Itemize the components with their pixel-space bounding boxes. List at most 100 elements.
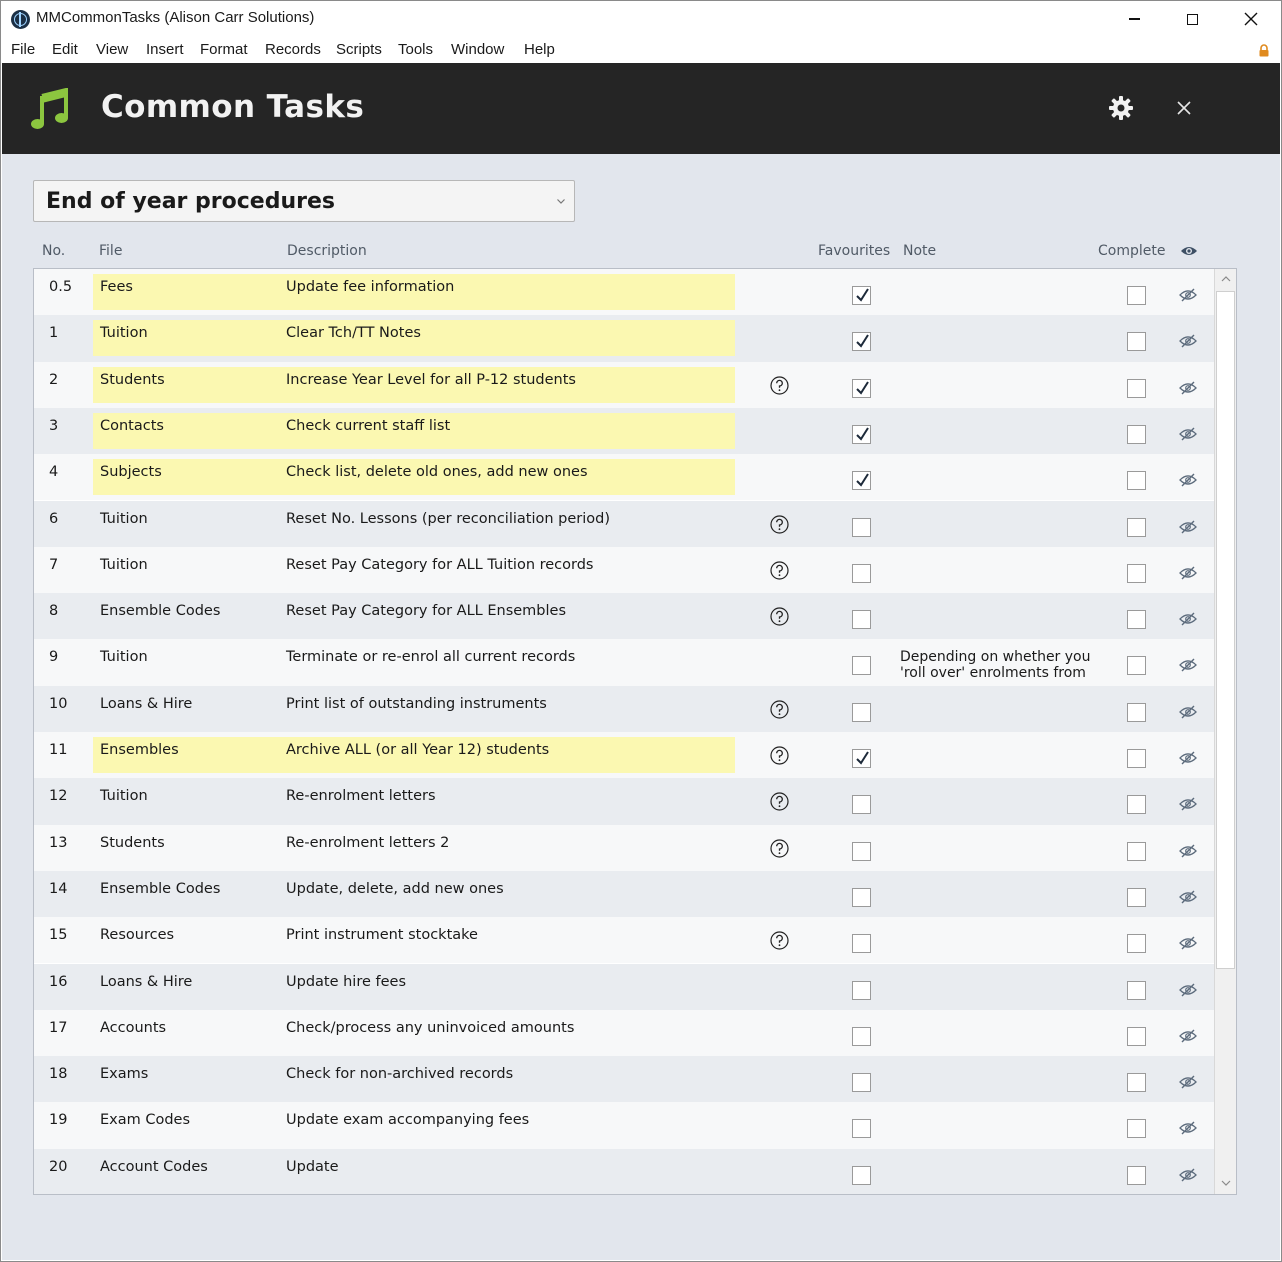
complete-checkbox[interactable] xyxy=(1127,795,1146,815)
hide-eye-icon[interactable] xyxy=(1179,565,1197,580)
complete-checkbox[interactable] xyxy=(1127,980,1146,1000)
table-row[interactable]: 0.5 Fees Update fee information xyxy=(34,269,1214,316)
task-file[interactable]: Students xyxy=(100,835,165,851)
menu-scripts[interactable]: Scripts xyxy=(336,41,382,58)
window-close-button[interactable] xyxy=(1222,0,1280,38)
help-icon[interactable] xyxy=(770,561,789,580)
task-description[interactable]: Archive ALL (or all Year 12) students xyxy=(286,742,549,758)
favourite-checkbox[interactable] xyxy=(852,424,871,444)
complete-checkbox[interactable] xyxy=(1127,1026,1146,1046)
favourite-checkbox[interactable] xyxy=(852,749,871,768)
task-file[interactable]: Accounts xyxy=(100,1020,166,1036)
task-description[interactable]: Re-enrolment letters xyxy=(286,788,436,804)
favourite-checkbox[interactable] xyxy=(852,563,871,583)
help-icon[interactable] xyxy=(770,514,789,534)
task-description[interactable]: Print instrument stocktake xyxy=(286,927,478,943)
task-note[interactable]: Depending on whether you 'roll over' enr… xyxy=(900,649,1100,681)
gear-icon[interactable] xyxy=(1108,95,1134,121)
hide-eye-icon[interactable] xyxy=(1179,380,1197,395)
close-icon[interactable] xyxy=(1174,98,1194,118)
task-list-dropdown[interactable]: End of year procedures xyxy=(33,180,575,222)
menu-records[interactable]: Records xyxy=(265,41,321,58)
menu-edit[interactable]: Edit xyxy=(52,41,78,58)
favourite-checkbox[interactable] xyxy=(852,286,871,305)
table-row[interactable]: 14 Ensemble Codes Update, delete, add new … xyxy=(34,870,1214,918)
menu-format[interactable]: Format xyxy=(200,41,248,58)
task-file[interactable]: Exams xyxy=(100,1066,148,1082)
table-row[interactable]: 10 Loans & Hire Print list of outstanding … xyxy=(34,685,1214,732)
task-file[interactable]: Contacts xyxy=(100,418,164,434)
table-row[interactable]: 12 Tuition Re-enrolment letters xyxy=(34,778,1214,825)
favourite-checkbox[interactable] xyxy=(852,1073,871,1093)
task-description[interactable]: Clear Tch/TT Notes xyxy=(286,325,421,341)
task-description[interactable]: Update, delete, add new ones xyxy=(286,881,504,897)
favourite-checkbox[interactable] xyxy=(852,1165,871,1185)
favourite-checkbox[interactable] xyxy=(852,1026,871,1046)
complete-checkbox[interactable] xyxy=(1127,332,1146,352)
table-row[interactable]: 13 Students Re-enrolment letters 2 xyxy=(34,824,1214,871)
help-icon[interactable] xyxy=(770,838,789,858)
task-description[interactable]: Print list of outstanding instruments xyxy=(286,696,547,712)
complete-checkbox[interactable] xyxy=(1127,934,1146,954)
task-file[interactable]: Ensembles xyxy=(100,742,179,758)
hide-eye-icon[interactable] xyxy=(1179,1167,1197,1182)
task-file[interactable]: Loans & Hire xyxy=(100,974,192,990)
task-description[interactable]: Check for non-archived records xyxy=(286,1066,513,1082)
task-description[interactable]: Reset No. Lessons (per reconciliation pe… xyxy=(286,511,610,527)
task-description[interactable]: Check/process any uninvoiced amounts xyxy=(286,1020,574,1036)
table-row[interactable]: 6 Tuition Reset No. Lessons (per reconcili… xyxy=(34,500,1214,547)
task-file[interactable]: Loans & Hire xyxy=(100,696,192,712)
favourite-checkbox[interactable] xyxy=(852,841,871,861)
help-icon[interactable] xyxy=(770,607,789,626)
hide-eye-icon[interactable] xyxy=(1179,657,1197,672)
hide-eye-icon[interactable] xyxy=(1179,796,1197,811)
complete-checkbox[interactable] xyxy=(1127,749,1146,768)
task-file[interactable]: Ensemble Codes xyxy=(100,603,220,619)
scroll-up-icon[interactable] xyxy=(1215,269,1237,289)
task-description[interactable]: Update fee information xyxy=(286,279,454,295)
task-file[interactable]: Exam Codes xyxy=(100,1112,190,1128)
favourite-checkbox[interactable] xyxy=(852,471,871,491)
task-description[interactable]: Reset Pay Category for ALL Ensembles xyxy=(286,603,566,619)
favourite-checkbox[interactable] xyxy=(852,702,871,722)
complete-checkbox[interactable] xyxy=(1127,1073,1146,1093)
hide-eye-icon[interactable] xyxy=(1179,889,1197,904)
hide-eye-icon[interactable] xyxy=(1179,982,1197,996)
complete-checkbox[interactable] xyxy=(1127,378,1146,398)
table-row[interactable]: 17 Accounts Check/process any uninvoiced a… xyxy=(34,1009,1214,1057)
menu-view[interactable]: View xyxy=(96,41,128,58)
table-row[interactable]: 15 Resources Print instrument stocktake xyxy=(34,917,1214,964)
favourite-checkbox[interactable] xyxy=(852,610,871,630)
table-row[interactable]: 11 Ensembles Archive ALL (or all Year 12) … xyxy=(34,732,1214,779)
hide-eye-icon[interactable] xyxy=(1179,519,1197,533)
task-file[interactable]: Students xyxy=(100,372,165,388)
hide-eye-icon[interactable] xyxy=(1179,1120,1197,1135)
scrollbar-thumb[interactable] xyxy=(1216,291,1235,969)
favourite-checkbox[interactable] xyxy=(852,887,871,907)
hide-eye-icon[interactable] xyxy=(1179,704,1197,719)
task-file[interactable]: Account Codes xyxy=(100,1159,208,1175)
task-description[interactable]: Update exam accompanying fees xyxy=(286,1112,529,1128)
task-file[interactable]: Tuition xyxy=(100,788,148,804)
complete-checkbox[interactable] xyxy=(1127,887,1146,907)
menu-file[interactable]: File xyxy=(11,41,35,58)
table-row[interactable]: 18 Exams Check for non-archived records xyxy=(34,1056,1214,1103)
task-file[interactable]: Tuition xyxy=(100,557,148,573)
table-row[interactable]: 8 Ensemble Codes Reset Pay Category for AL… xyxy=(34,593,1214,640)
hide-eye-icon[interactable] xyxy=(1179,287,1197,302)
complete-checkbox[interactable] xyxy=(1127,563,1146,583)
task-file[interactable]: Fees xyxy=(100,279,133,295)
hide-eye-icon[interactable] xyxy=(1179,1028,1197,1043)
task-file[interactable]: Tuition xyxy=(100,511,148,527)
task-description[interactable]: Reset Pay Category for ALL Tuition recor… xyxy=(286,557,594,573)
favourite-checkbox[interactable] xyxy=(852,1119,871,1139)
favourite-checkbox[interactable] xyxy=(852,980,871,1000)
hide-eye-icon[interactable] xyxy=(1179,426,1197,441)
favourite-checkbox[interactable] xyxy=(852,795,871,815)
hide-eye-icon[interactable] xyxy=(1179,1074,1197,1089)
task-description[interactable]: Terminate or re-enrol all current record… xyxy=(286,649,575,665)
task-description[interactable]: Check list, delete old ones, add new one… xyxy=(286,464,588,480)
hide-eye-icon[interactable] xyxy=(1179,333,1197,348)
complete-checkbox[interactable] xyxy=(1127,610,1146,630)
help-icon[interactable] xyxy=(770,700,789,719)
